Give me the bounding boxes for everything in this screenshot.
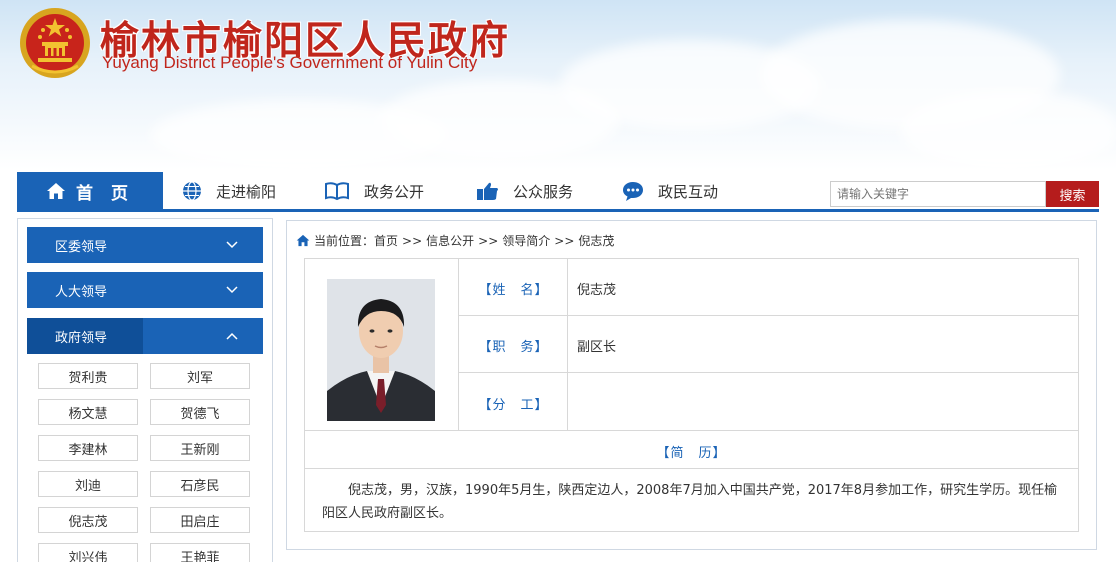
leader-link[interactable]: 田启庄 bbox=[150, 507, 250, 533]
table-divider bbox=[567, 258, 568, 430]
leader-link[interactable]: 杨文慧 bbox=[38, 399, 138, 425]
chat-bubble-icon bbox=[622, 180, 644, 202]
nav-item-zhengwu[interactable]: 政务公开 bbox=[324, 172, 424, 210]
chevron-up-icon bbox=[226, 332, 238, 340]
nav-home[interactable]: 首 页 bbox=[17, 172, 163, 210]
breadcrumb-link-home[interactable]: 首页 bbox=[374, 232, 398, 249]
breadcrumb-current: 倪志茂 bbox=[578, 234, 615, 248]
nav-item-zhengmin[interactable]: 政民互动 bbox=[622, 172, 718, 210]
sky-cloud bbox=[900, 90, 1116, 170]
duty-label: 【分 工】 bbox=[478, 398, 549, 413]
nav-item-label: 公众服务 bbox=[513, 182, 574, 201]
leader-link[interactable]: 刘兴伟 bbox=[38, 543, 138, 562]
sidebar-section-label: 政府领导 bbox=[55, 330, 108, 346]
nav-item-label: 走进榆阳 bbox=[216, 182, 277, 201]
leader-link[interactable]: 王新刚 bbox=[150, 435, 250, 461]
nav-home-label: 首 页 bbox=[76, 183, 134, 204]
leader-link[interactable]: 贺德飞 bbox=[150, 399, 250, 425]
breadcrumb-link-info[interactable]: 信息公开 bbox=[426, 232, 474, 249]
hand-pointer-icon bbox=[475, 181, 499, 201]
search-button[interactable]: 搜索 bbox=[1046, 181, 1099, 207]
position-value: 副区长 bbox=[577, 340, 617, 355]
breadcrumb-prefix: 当前位置： bbox=[314, 234, 375, 248]
sidebar-section-label: 人大领导 bbox=[55, 284, 108, 300]
breadcrumb-link-leaders[interactable]: 领导简介 bbox=[502, 232, 550, 249]
nav-underline bbox=[17, 209, 1099, 212]
breadcrumb-separator: >> bbox=[554, 233, 575, 248]
book-icon bbox=[324, 181, 350, 201]
sidebar-section-quwei[interactable]: 区委领导 bbox=[27, 227, 263, 263]
name-label: 【姓 名】 bbox=[478, 283, 549, 298]
chevron-down-icon bbox=[226, 241, 238, 249]
resume-title: 【简 历】 bbox=[656, 446, 727, 461]
sidebar-section-renda[interactable]: 人大领导 bbox=[27, 272, 263, 308]
leader-link[interactable]: 倪志茂 bbox=[38, 507, 138, 533]
nav-item-label: 政务公开 bbox=[364, 182, 425, 201]
site-subtitle: Yuyang District People's Government of Y… bbox=[102, 53, 478, 72]
sidebar-section-zhengfu[interactable]: 政府领导 bbox=[27, 318, 263, 354]
leader-portrait bbox=[327, 279, 435, 421]
leader-link[interactable]: 刘军 bbox=[150, 363, 250, 389]
home-icon bbox=[296, 234, 310, 247]
table-divider bbox=[304, 430, 1079, 431]
nav-item-label: 政民互动 bbox=[658, 182, 719, 201]
site-header: 榆林市榆阳区人民政府 Yuyang District People's Gove… bbox=[0, 0, 1116, 172]
chevron-down-icon bbox=[226, 286, 238, 294]
leader-link[interactable]: 贺利贵 bbox=[38, 363, 138, 389]
leader-link[interactable]: 李建林 bbox=[38, 435, 138, 461]
breadcrumb-separator: >> bbox=[402, 233, 423, 248]
nav-item-zoujin[interactable]: 走进榆阳 bbox=[182, 172, 276, 210]
home-icon bbox=[47, 183, 66, 199]
table-divider bbox=[304, 468, 1079, 469]
leader-link[interactable]: 王艳菲 bbox=[150, 543, 250, 562]
leader-link[interactable]: 石彦民 bbox=[150, 471, 250, 497]
national-emblem-icon bbox=[20, 8, 90, 78]
table-divider bbox=[459, 315, 1079, 316]
globe-icon bbox=[182, 181, 202, 201]
position-label: 【职 务】 bbox=[478, 340, 549, 355]
name-value: 倪志茂 bbox=[577, 283, 617, 298]
breadcrumb: 当前位置： 首页 >> 信息公开 >> 领导简介 >> 倪志茂 bbox=[296, 232, 614, 249]
leader-link[interactable]: 刘迪 bbox=[38, 471, 138, 497]
table-divider bbox=[459, 372, 1079, 373]
resume-text: 倪志茂，男，汉族，1990年5月生，陕西定边人，2008年7月加入中国共产党，2… bbox=[322, 483, 1058, 521]
nav-item-gongzhong[interactable]: 公众服务 bbox=[475, 172, 573, 210]
sidebar-section-label: 区委领导 bbox=[55, 239, 108, 255]
sky-cloud bbox=[150, 100, 450, 170]
search-input[interactable] bbox=[830, 181, 1046, 207]
breadcrumb-separator: >> bbox=[478, 233, 499, 248]
